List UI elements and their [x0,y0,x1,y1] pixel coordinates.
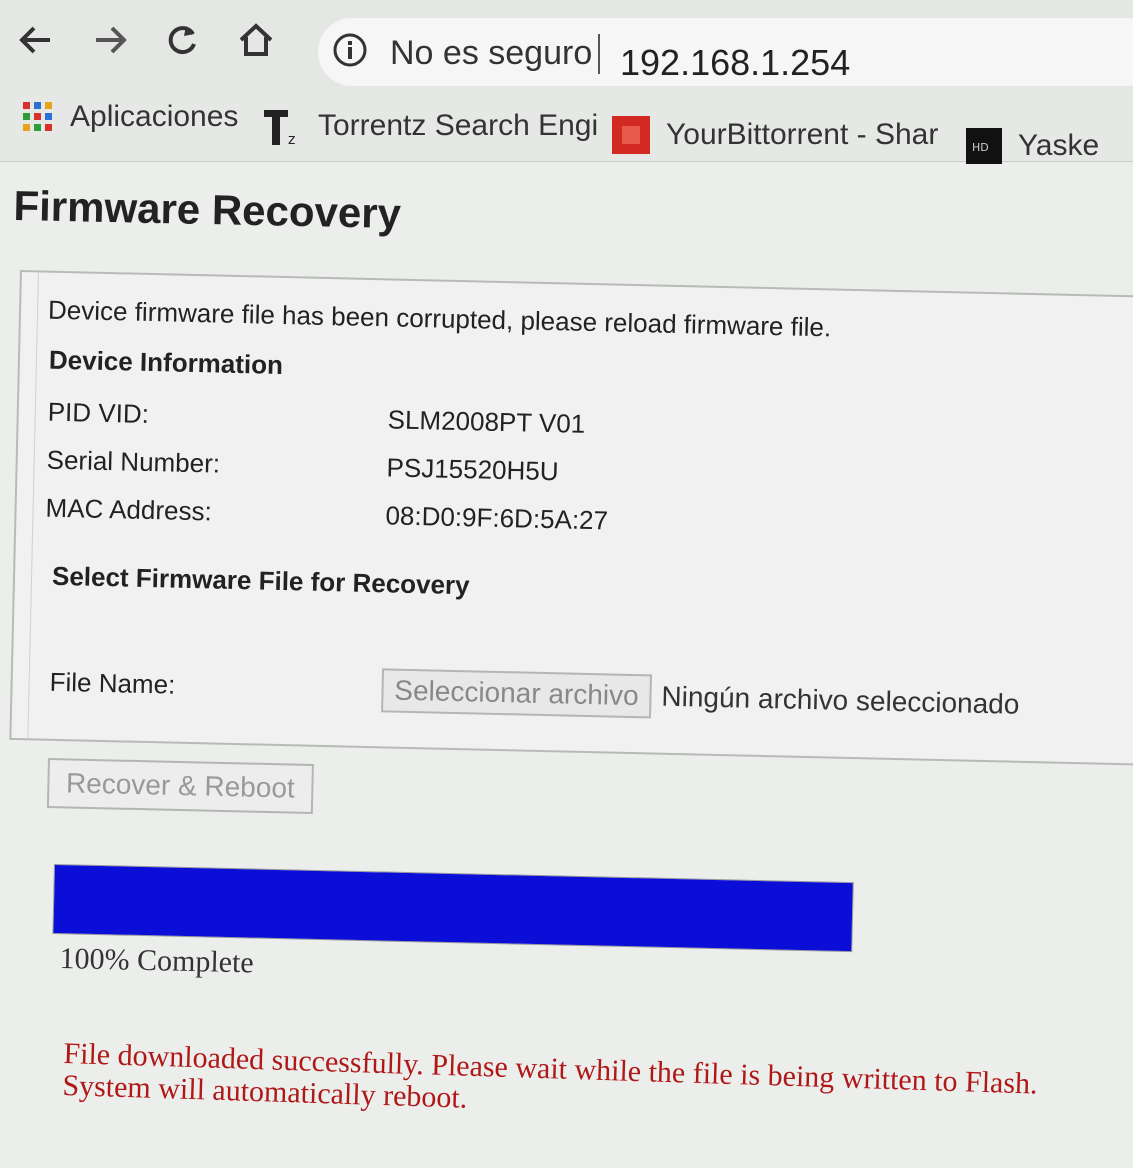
device-info-heading: Device Information [48,344,284,380]
omnibox-separator [598,34,600,74]
file-status-text: Ningún archivo seleccionado [661,680,1020,720]
success-message: File downloaded successfully. Please wai… [62,1037,1133,1137]
forward-button[interactable] [88,18,132,62]
reload-icon [168,26,196,55]
pid-vid-label: PID VID: [47,396,150,429]
pid-vid-value: SLM2008PT V01 [387,404,586,439]
mac-address-label: MAC Address: [45,492,213,527]
recover-reboot-button[interactable]: Recover & Reboot [46,758,314,815]
torrentz-icon: z [264,110,295,146]
svg-text:z: z [288,132,295,146]
home-icon [239,23,273,56]
progress-text: 100% Complete [59,942,255,980]
serial-number-label: Serial Number: [46,444,221,479]
recovery-panel: Device firmware file has been corrupted,… [9,270,1133,766]
forward-arrow-icon [96,26,127,54]
security-status[interactable]: No es seguro [390,34,592,73]
back-button[interactable] [14,18,58,62]
back-arrow-icon [19,26,50,54]
corruption-message: Device firmware file has been corrupted,… [47,294,832,343]
progress-bar [52,864,854,953]
bookmarks-bar: Aplicaciones z Torrentz Search Engi Your… [0,92,1133,164]
bookmark-label: YourBittorrent - Shar [666,118,939,151]
page-title: Firmware Recovery [13,182,402,238]
bookmark-yaske[interactable]: HD Yaske [966,128,1099,164]
recovery-panel-inner: Device firmware file has been corrupted,… [27,272,1133,764]
bookmark-label: Aplicaciones [70,100,239,133]
browser-toolbar: No es seguro 192.168.1.254 [0,0,1133,92]
serial-number-value: PSJ15520H5U [386,452,559,487]
choose-file-button[interactable]: Seleccionar archivo [381,668,652,719]
hd-icon: HD [966,128,1002,164]
progress-bar-fill [53,865,853,952]
address-bar[interactable]: No es seguro 192.168.1.254 [318,18,1133,86]
bookmark-label: Torrentz Search Engi [318,109,599,142]
select-firmware-heading: Select Firmware File for Recovery [51,560,470,601]
url-text[interactable]: 192.168.1.254 [620,42,850,84]
bookmark-apps[interactable]: Aplicaciones [22,100,238,134]
home-button[interactable] [234,18,278,62]
apps-grid-icon [23,102,52,131]
reload-button[interactable] [160,18,204,62]
mac-address-value: 08:D0:9F:6D:5A:27 [385,500,609,536]
yourbittorrent-icon [612,116,650,154]
bookmark-yourbittorrent[interactable]: YourBittorrent - Shar [612,116,938,154]
bookmark-torrentz[interactable]: z Torrentz Search Engi [262,106,598,146]
svg-text:HD: HD [972,141,989,154]
file-name-label: File Name: [49,666,176,700]
bookmark-label: Yaske [1018,129,1100,162]
info-icon[interactable] [332,32,368,68]
